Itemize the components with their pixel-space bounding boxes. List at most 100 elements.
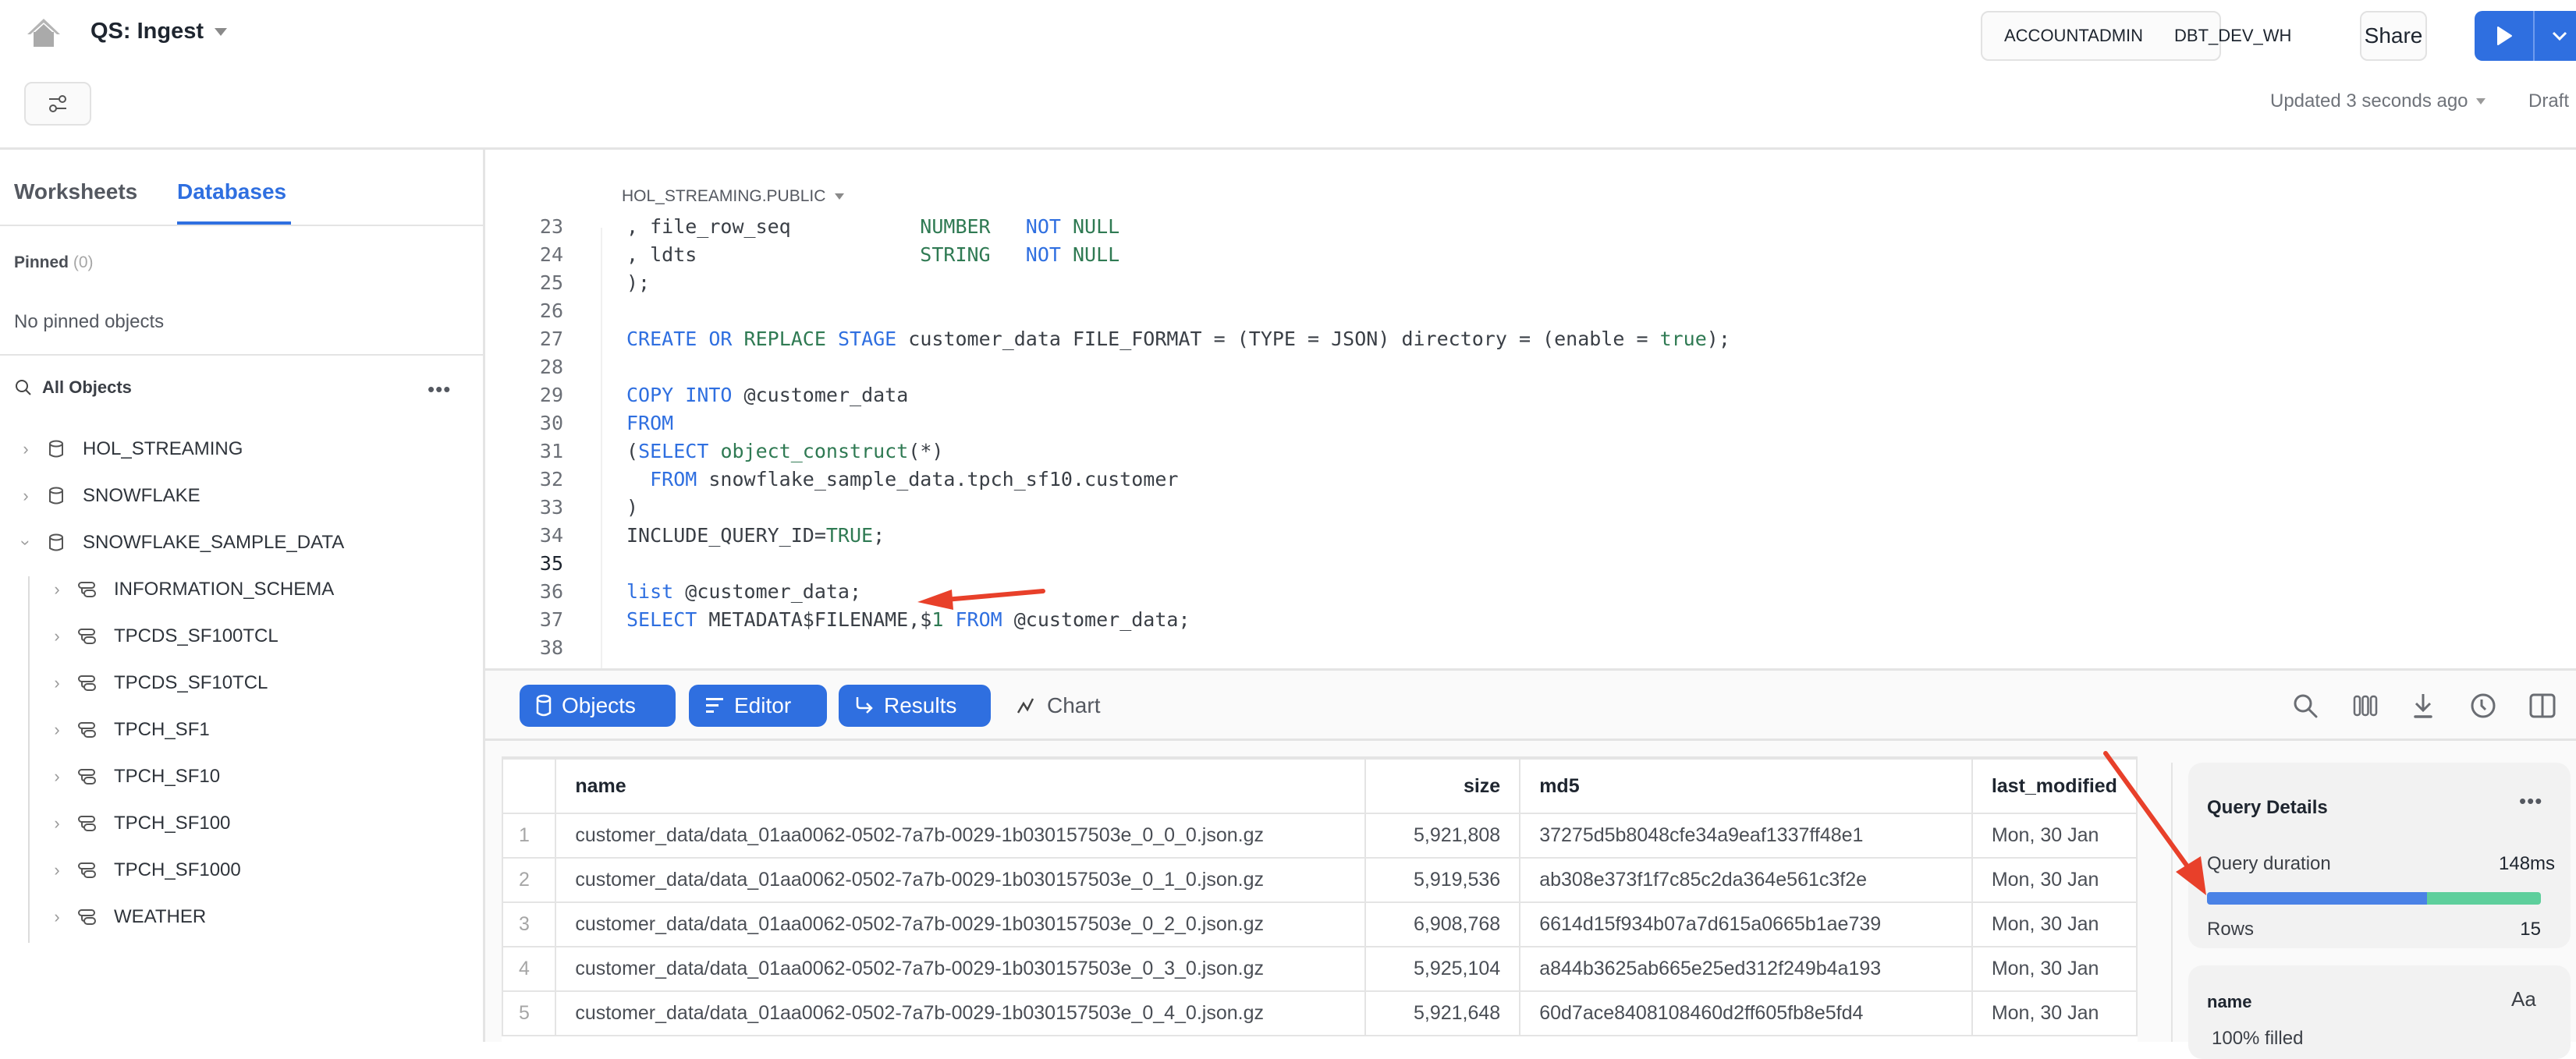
row-index-header (502, 758, 557, 814)
chevron-right-icon[interactable]: › (48, 813, 66, 834)
tree-item-schema[interactable]: › WEATHER (48, 901, 206, 933)
column-header-size[interactable]: size (1364, 758, 1521, 814)
more-options-icon[interactable]: ••• (428, 377, 451, 402)
tree-item-database[interactable]: › SNOWFLAKE_SAMPLE_DATA (16, 527, 345, 558)
cell-name[interactable]: customer_data/data_01aa0062-0502-7a7b-00… (555, 946, 1367, 992)
chevron-right-icon[interactable]: › (48, 860, 66, 880)
all-objects-search[interactable]: All Objects (14, 377, 132, 398)
cell-name[interactable]: customer_data/data_01aa0062-0502-7a7b-00… (555, 901, 1367, 947)
run-button[interactable] (2475, 11, 2535, 61)
table-row[interactable]: 2 customer_data/data_01aa0062-0502-7a7b-0… (502, 857, 2138, 903)
home-icon[interactable] (26, 17, 62, 48)
column-stats-name: name (2207, 992, 2252, 1011)
code-text: COPY INTO @customer_data (626, 381, 908, 409)
share-button[interactable]: Share (2360, 11, 2427, 61)
cell-md5[interactable]: 60d7ace8408108460d2ff605fb8e5fd4 (1519, 990, 1973, 1036)
cell-size[interactable]: 6,908,768 (1364, 901, 1521, 947)
row-index[interactable]: 4 (502, 946, 557, 992)
chevron-right-icon[interactable]: › (48, 767, 66, 787)
table-row[interactable]: 3 customer_data/data_01aa0062-0502-7a7b-0… (502, 901, 2138, 947)
chevron-down-icon[interactable]: › (16, 534, 36, 551)
chevron-right-icon[interactable]: › (17, 439, 34, 459)
cell-md5[interactable]: a844b3625ab665e25ed312f249b4a193 (1519, 946, 1973, 992)
tree-item-database[interactable]: › HOL_STREAMING (17, 434, 243, 465)
download-icon[interactable] (2407, 690, 2439, 721)
search-icon (16, 380, 31, 395)
search-results-icon[interactable] (2290, 690, 2321, 721)
cell-md5[interactable]: 37275d5b8048cfe34a9eaf1337ff48e1 (1519, 813, 1973, 859)
cell-size[interactable]: 5,925,104 (1364, 946, 1521, 992)
objects-toggle-button[interactable]: Objects (520, 685, 676, 727)
results-table[interactable]: name size md5 last_modified 1 customer_da… (502, 756, 2138, 1043)
row-index[interactable]: 2 (502, 857, 557, 903)
cell-md5[interactable]: ab308e373f1f7c85c2da364e561c3f2e (1519, 857, 1973, 903)
cell-name[interactable]: customer_data/data_01aa0062-0502-7a7b-00… (555, 857, 1367, 903)
chevron-right-icon[interactable]: › (48, 579, 66, 600)
caret-down-icon (835, 193, 845, 200)
chevron-right-icon[interactable]: › (48, 626, 66, 646)
table-row[interactable]: 1 customer_data/data_01aa0062-0502-7a7b-0… (502, 813, 2138, 859)
row-index[interactable]: 5 (502, 990, 557, 1036)
cell-last-modified[interactable]: Mon, 30 Jan (1971, 946, 2138, 992)
chevron-right-icon[interactable]: › (17, 486, 34, 506)
tree-guide-line (28, 576, 30, 943)
run-options-button[interactable] (2535, 11, 2576, 61)
tree-item-schema[interactable]: › TPCDS_SF10TCL (48, 668, 268, 699)
cell-name[interactable]: customer_data/data_01aa0062-0502-7a7b-00… (555, 990, 1367, 1036)
role-warehouse-selector[interactable]: ACCOUNTADMIN DBT_DEV_WH (1981, 11, 2291, 61)
tree-item-schema[interactable]: › TPCH_SF100 (48, 808, 230, 839)
table-row[interactable]: 5 customer_data/data_01aa0062-0502-7a7b-0… (502, 990, 2138, 1036)
split-panel-icon[interactable] (2527, 690, 2558, 721)
active-tab-indicator (177, 221, 291, 225)
query-duration-value: 148ms (2499, 853, 2556, 874)
tree-item-schema[interactable]: › TPCDS_SF100TCL (48, 621, 278, 652)
column-header-name[interactable]: name (555, 758, 1367, 814)
tree-item-schema[interactable]: › TPCH_SF10 (48, 761, 220, 792)
rows-value: 15 (2520, 919, 2541, 940)
row-index[interactable]: 1 (502, 813, 557, 859)
sql-text: , ldts (626, 243, 921, 266)
line-number: 25 (539, 271, 563, 294)
history-clock-icon[interactable] (2468, 690, 2499, 721)
database-name: SNOWFLAKE_SAMPLE_DATA (83, 532, 345, 553)
filter-settings-button[interactable] (24, 82, 91, 126)
sql-text: snowflake_sample_data.tpch_sf10.customer (697, 468, 1179, 491)
sql-editor[interactable]: HOL_STREAMING.PUBLIC 23 , file_row_seq NU… (485, 150, 2576, 668)
cell-size[interactable]: 5,921,648 (1364, 990, 1521, 1036)
last-updated-dropdown[interactable]: Updated 3 seconds ago (2270, 90, 2486, 112)
column-stats-card[interactable]: name Aa 100% filled (2188, 965, 2571, 1059)
query-duration-bar (2207, 892, 2541, 905)
warehouse-name: DBT_DEV_WH (2174, 26, 2292, 45)
results-toggle-button[interactable]: Results (839, 685, 991, 727)
cell-name[interactable]: customer_data/data_01aa0062-0502-7a7b-00… (555, 813, 1367, 859)
cell-md5[interactable]: 6614d15f934b07a7d615a0665b1ae739 (1519, 901, 1973, 947)
context-schema-name: HOL_STREAMING.PUBLIC (622, 187, 826, 205)
chart-toggle-button[interactable]: Chart (1016, 685, 1100, 727)
column-header-md5[interactable]: md5 (1519, 758, 1973, 814)
chevron-right-icon[interactable]: › (48, 673, 66, 693)
duration-segment-execution (2427, 892, 2541, 905)
tree-item-schema[interactable]: › INFORMATION_SCHEMA (48, 574, 334, 605)
context-schema-selector[interactable]: HOL_STREAMING.PUBLIC (622, 187, 845, 206)
chevron-right-icon[interactable]: › (48, 907, 66, 927)
cell-size[interactable]: 5,919,536 (1364, 857, 1521, 903)
columns-icon[interactable] (2350, 690, 2381, 721)
row-index[interactable]: 3 (502, 901, 557, 947)
sliders-icon (49, 95, 66, 112)
object-explorer-sidebar: Worksheets Databases Pinned (0) No pinne… (0, 150, 485, 1042)
more-options-icon[interactable]: ••• (2519, 789, 2542, 813)
tree-item-schema[interactable]: › TPCH_SF1000 (48, 855, 240, 886)
tab-databases[interactable]: Databases (177, 179, 286, 204)
table-row[interactable]: 4 customer_data/data_01aa0062-0502-7a7b-0… (502, 946, 2138, 992)
text-type-icon: Aa (2511, 987, 2536, 1011)
query-details-title: Query Details (2207, 797, 2328, 818)
worksheet-title-dropdown[interactable]: QS: Ingest (90, 19, 228, 44)
tree-item-database[interactable]: › SNOWFLAKE (17, 480, 200, 512)
cell-last-modified[interactable]: Mon, 30 Jan (1971, 990, 2138, 1036)
chevron-right-icon[interactable]: › (48, 720, 66, 740)
editor-toggle-button[interactable]: Editor (689, 685, 827, 727)
tree-item-schema[interactable]: › TPCH_SF1 (48, 714, 209, 746)
cell-last-modified[interactable]: Mon, 30 Jan (1971, 901, 2138, 947)
tab-worksheets[interactable]: Worksheets (14, 179, 137, 204)
cell-size[interactable]: 5,921,808 (1364, 813, 1521, 859)
